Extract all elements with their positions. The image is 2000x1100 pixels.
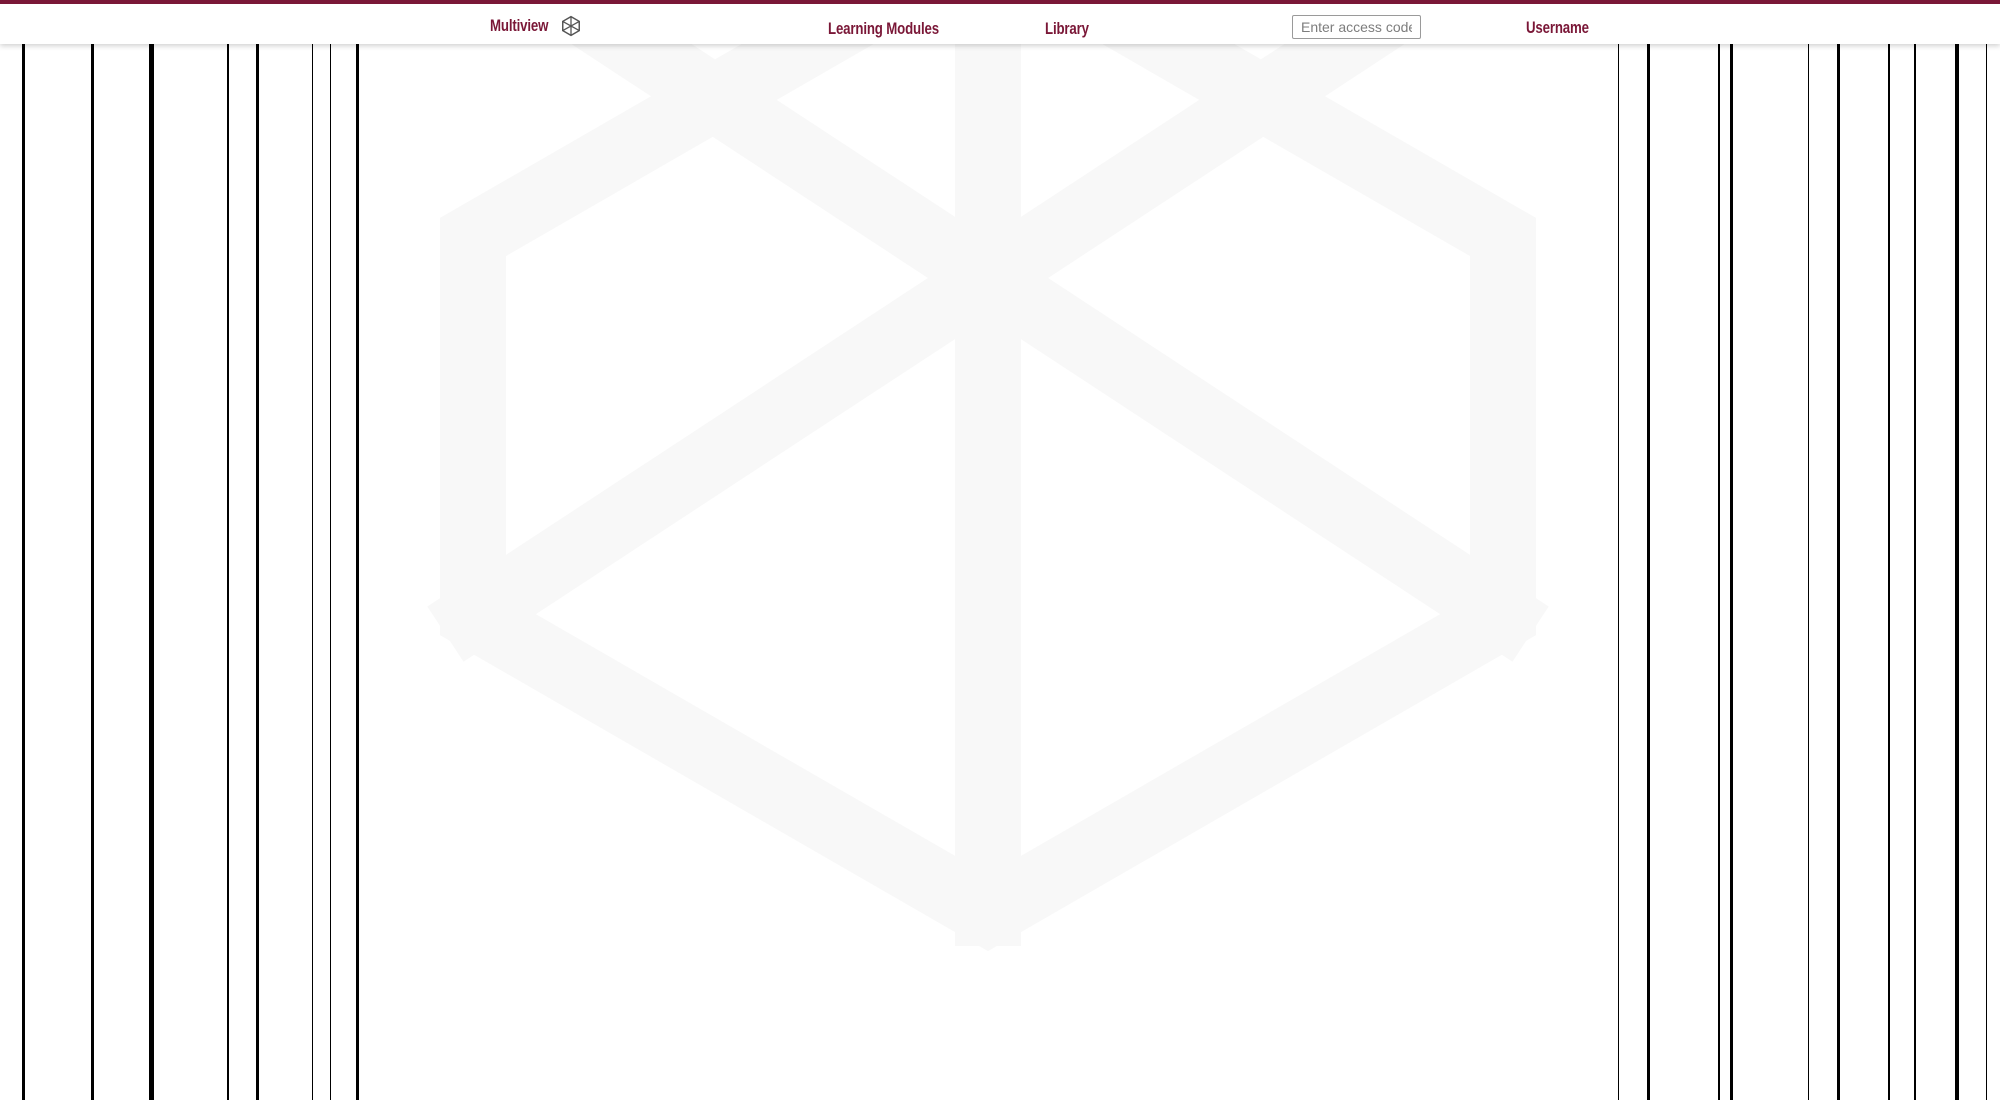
- brand-home-link[interactable]: Multiview: [490, 12, 582, 40]
- page: Multiview Learning Modules Library Usern…: [0, 0, 2000, 1100]
- right-stripe-7: [1888, 44, 1890, 1100]
- nav-learning-modules[interactable]: Learning Modules: [828, 19, 939, 39]
- left-stripe-3: [149, 44, 154, 1100]
- top-navigation-bar: Multiview Learning Modules Library Usern…: [0, 0, 2000, 44]
- username-menu[interactable]: Username: [1526, 18, 1589, 38]
- right-stripe-3: [1718, 44, 1720, 1100]
- right-stripe-1: [1618, 44, 1619, 1100]
- left-stripe-5: [256, 44, 259, 1100]
- left-stripe-1: [22, 44, 25, 1100]
- access-code-input[interactable]: [1292, 15, 1421, 39]
- hexagon-cube-icon: [561, 15, 580, 37]
- left-stripe-7: [330, 44, 331, 1100]
- brand-title: Multiview: [490, 16, 549, 35]
- right-stripe-6: [1837, 44, 1840, 1100]
- left-stripe-8: [356, 44, 359, 1100]
- right-stripe-10: [1986, 44, 1987, 1100]
- left-stripe-4: [227, 44, 229, 1100]
- right-stripe-9: [1955, 44, 1959, 1100]
- right-stripe-8: [1914, 44, 1916, 1100]
- hexagon-cube-watermark-icon: [427, 44, 1549, 952]
- main-content-area: [0, 44, 2000, 1100]
- left-stripe-2: [91, 44, 94, 1100]
- left-stripe-6: [312, 44, 313, 1100]
- right-stripe-2: [1647, 44, 1650, 1100]
- right-stripe-5: [1808, 44, 1809, 1100]
- nav-library[interactable]: Library: [1045, 19, 1089, 39]
- right-stripe-4: [1730, 44, 1733, 1100]
